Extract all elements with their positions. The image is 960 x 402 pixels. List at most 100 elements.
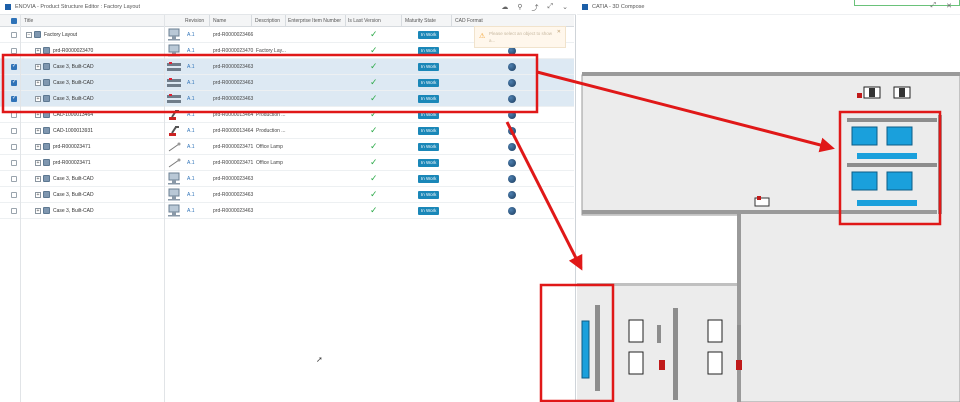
maturity-state-badge[interactable]: In Work bbox=[418, 159, 440, 167]
mouse-pointer-icon: ➚ bbox=[316, 355, 323, 364]
row-checkbox[interactable] bbox=[11, 128, 17, 134]
robot-thumbnail-icon bbox=[169, 110, 179, 120]
col-header-title[interactable]: Title bbox=[24, 18, 33, 24]
row-title[interactable]: CAD-1000013464 bbox=[53, 112, 93, 118]
row-title[interactable]: Factory Layout bbox=[44, 32, 77, 38]
maturity-state-badge[interactable]: In Work bbox=[418, 175, 440, 183]
table-row[interactable]: + CAD-1000013464 A.1 prd-R0000013464 Product… bbox=[0, 107, 574, 123]
maturity-state-badge[interactable]: In Work bbox=[418, 207, 440, 215]
expand-icon[interactable]: ⤢ bbox=[548, 3, 554, 13]
maturity-state-badge[interactable]: In Work bbox=[418, 63, 440, 71]
close-icon[interactable]: ✕ bbox=[946, 2, 952, 10]
expand-toggle[interactable]: + bbox=[35, 48, 41, 54]
row-revision-link[interactable]: A.1 bbox=[187, 128, 195, 134]
expand-toggle[interactable]: + bbox=[35, 96, 41, 102]
row-title[interactable]: prd-R000023471 bbox=[53, 160, 91, 166]
row-checkbox[interactable] bbox=[11, 95, 17, 102]
expand-toggle[interactable]: + bbox=[35, 80, 41, 86]
expand-toggle[interactable]: + bbox=[35, 64, 41, 70]
row-title[interactable]: prd-R000023471 bbox=[53, 144, 91, 150]
expand-toggle[interactable]: + bbox=[35, 112, 41, 118]
row-title[interactable]: Case 3, Built-CAD bbox=[53, 208, 94, 214]
table-row[interactable]: + Case 3, Built-CAD A.1 prd-R0000023463 ✓ In … bbox=[0, 171, 574, 187]
row-revision-link[interactable]: A.1 bbox=[187, 208, 195, 214]
table-row[interactable]: + Case 3, Built-CAD A.1 prd-R0000023463 ✓ In … bbox=[0, 75, 574, 91]
row-name: prd-R0000023463 bbox=[213, 96, 254, 102]
maturity-state-badge[interactable]: In Work bbox=[418, 79, 440, 87]
row-title[interactable]: Case 3, Built-CAD bbox=[53, 176, 94, 182]
close-icon[interactable]: ✕ bbox=[557, 29, 561, 35]
col-header-is-last-version[interactable]: Is Last Version bbox=[348, 18, 381, 24]
row-checkbox[interactable] bbox=[11, 160, 17, 166]
row-checkbox[interactable] bbox=[11, 176, 17, 182]
expand-toggle[interactable]: + bbox=[35, 144, 41, 150]
chevron-down-icon[interactable]: ⌄ bbox=[562, 3, 568, 13]
expand-toggle[interactable]: + bbox=[35, 208, 41, 214]
row-title[interactable]: Case 3, Built-CAD bbox=[53, 192, 94, 198]
row-title[interactable]: prd-R0000023470 bbox=[53, 48, 93, 54]
row-revision-link[interactable]: A.1 bbox=[187, 144, 195, 150]
row-checkbox[interactable] bbox=[11, 112, 17, 118]
is-last-version-check-icon: ✓ bbox=[370, 141, 378, 151]
row-title[interactable]: CAD-1000013931 bbox=[53, 128, 93, 134]
row-title[interactable]: Case 3, Built-CAD bbox=[53, 80, 94, 86]
maturity-state-badge[interactable]: In Work bbox=[418, 31, 440, 39]
select-all-checkbox[interactable] bbox=[11, 18, 17, 24]
col-header-description[interactable]: Description bbox=[255, 18, 280, 24]
expand-toggle[interactable]: + bbox=[35, 192, 41, 198]
attachment-icon[interactable]: ⚲ bbox=[517, 3, 522, 13]
row-checkbox[interactable] bbox=[11, 208, 17, 214]
table-row[interactable]: + Case 3, Built-CAD A.1 prd-R0000023463 ✓ In … bbox=[0, 59, 574, 75]
maturity-state-badge[interactable]: In Work bbox=[418, 95, 440, 103]
maturity-state-badge[interactable]: In Work bbox=[418, 127, 440, 135]
maturity-state-badge[interactable]: In Work bbox=[418, 191, 440, 199]
row-revision-link[interactable]: A.1 bbox=[187, 32, 195, 38]
cloud-icon[interactable]: ☁ bbox=[501, 3, 508, 13]
maturity-state-badge[interactable]: In Work bbox=[418, 143, 440, 151]
row-revision-link[interactable]: A.1 bbox=[187, 160, 195, 166]
row-revision-link[interactable]: A.1 bbox=[187, 64, 195, 70]
table-row[interactable]: + CAD-1000013931 A.1 prd-R0000013464 Product… bbox=[0, 123, 574, 139]
expand-toggle[interactable]: + bbox=[35, 128, 41, 134]
col-header-revision[interactable]: Revision bbox=[185, 18, 204, 24]
expand-toggle[interactable]: − bbox=[26, 32, 32, 38]
notification-toast: ⚠ Please select an object to show a... ✕ bbox=[474, 26, 566, 48]
3d-viewport[interactable] bbox=[577, 15, 960, 402]
col-header-name[interactable]: Name bbox=[213, 18, 226, 24]
table-row[interactable]: + prd-R000023471 A.1 prd-R0000023471 Office … bbox=[0, 139, 574, 155]
row-checkbox[interactable] bbox=[11, 192, 17, 198]
row-title[interactable]: Case 3, Built-CAD bbox=[53, 96, 94, 102]
is-last-version-check-icon: ✓ bbox=[370, 205, 378, 215]
row-checkbox[interactable] bbox=[11, 63, 17, 70]
maturity-state-badge[interactable]: In Work bbox=[418, 47, 440, 55]
expand-toggle[interactable]: + bbox=[35, 176, 41, 182]
table-row[interactable]: + Case 3, Built-CAD A.1 prd-R0000023463 ✓ In … bbox=[0, 203, 574, 219]
col-header-maturity-state[interactable]: Maturity State bbox=[405, 18, 436, 24]
row-checkbox[interactable] bbox=[11, 32, 17, 38]
monitor-thumbnail-icon bbox=[168, 204, 180, 217]
row-name: prd-R0000023466 bbox=[213, 32, 254, 38]
row-revision-link[interactable]: A.1 bbox=[187, 96, 195, 102]
table-row[interactable]: + prd-R000023471 A.1 prd-R0000023471 Office … bbox=[0, 155, 574, 171]
col-header-enterprise-item-number[interactable]: Enterprise Item Number bbox=[288, 18, 341, 24]
expand-toggle[interactable]: + bbox=[35, 160, 41, 166]
lamp-thumbnail-icon bbox=[168, 142, 181, 152]
table-row[interactable]: + Case 3, Built-CAD A.1 prd-R0000023463 ✓ In … bbox=[0, 91, 574, 107]
right-title-bar-icons: ⤢ ✕ bbox=[931, 2, 952, 10]
table-row[interactable]: + Case 3, Built-CAD A.1 prd-R0000023463 ✓ In … bbox=[0, 187, 574, 203]
row-revision-link[interactable]: A.1 bbox=[187, 80, 195, 86]
is-last-version-check-icon: ✓ bbox=[370, 45, 378, 55]
row-revision-link[interactable]: A.1 bbox=[187, 176, 195, 182]
row-revision-link[interactable]: A.1 bbox=[187, 192, 195, 198]
row-revision-link[interactable]: A.1 bbox=[187, 48, 195, 54]
row-checkbox[interactable] bbox=[11, 48, 17, 54]
maturity-state-badge[interactable]: In Work bbox=[418, 111, 440, 119]
row-checkbox[interactable] bbox=[11, 144, 17, 150]
row-title[interactable]: Case 3, Built-CAD bbox=[53, 64, 94, 70]
expand-icon[interactable]: ⤢ bbox=[931, 2, 937, 10]
cad-format-globe-icon bbox=[508, 159, 516, 167]
row-checkbox[interactable] bbox=[11, 79, 17, 86]
col-header-cad-format[interactable]: CAD Format bbox=[455, 18, 483, 24]
share-icon[interactable]: ⤴ bbox=[532, 3, 539, 13]
row-revision-link[interactable]: A.1 bbox=[187, 112, 195, 118]
